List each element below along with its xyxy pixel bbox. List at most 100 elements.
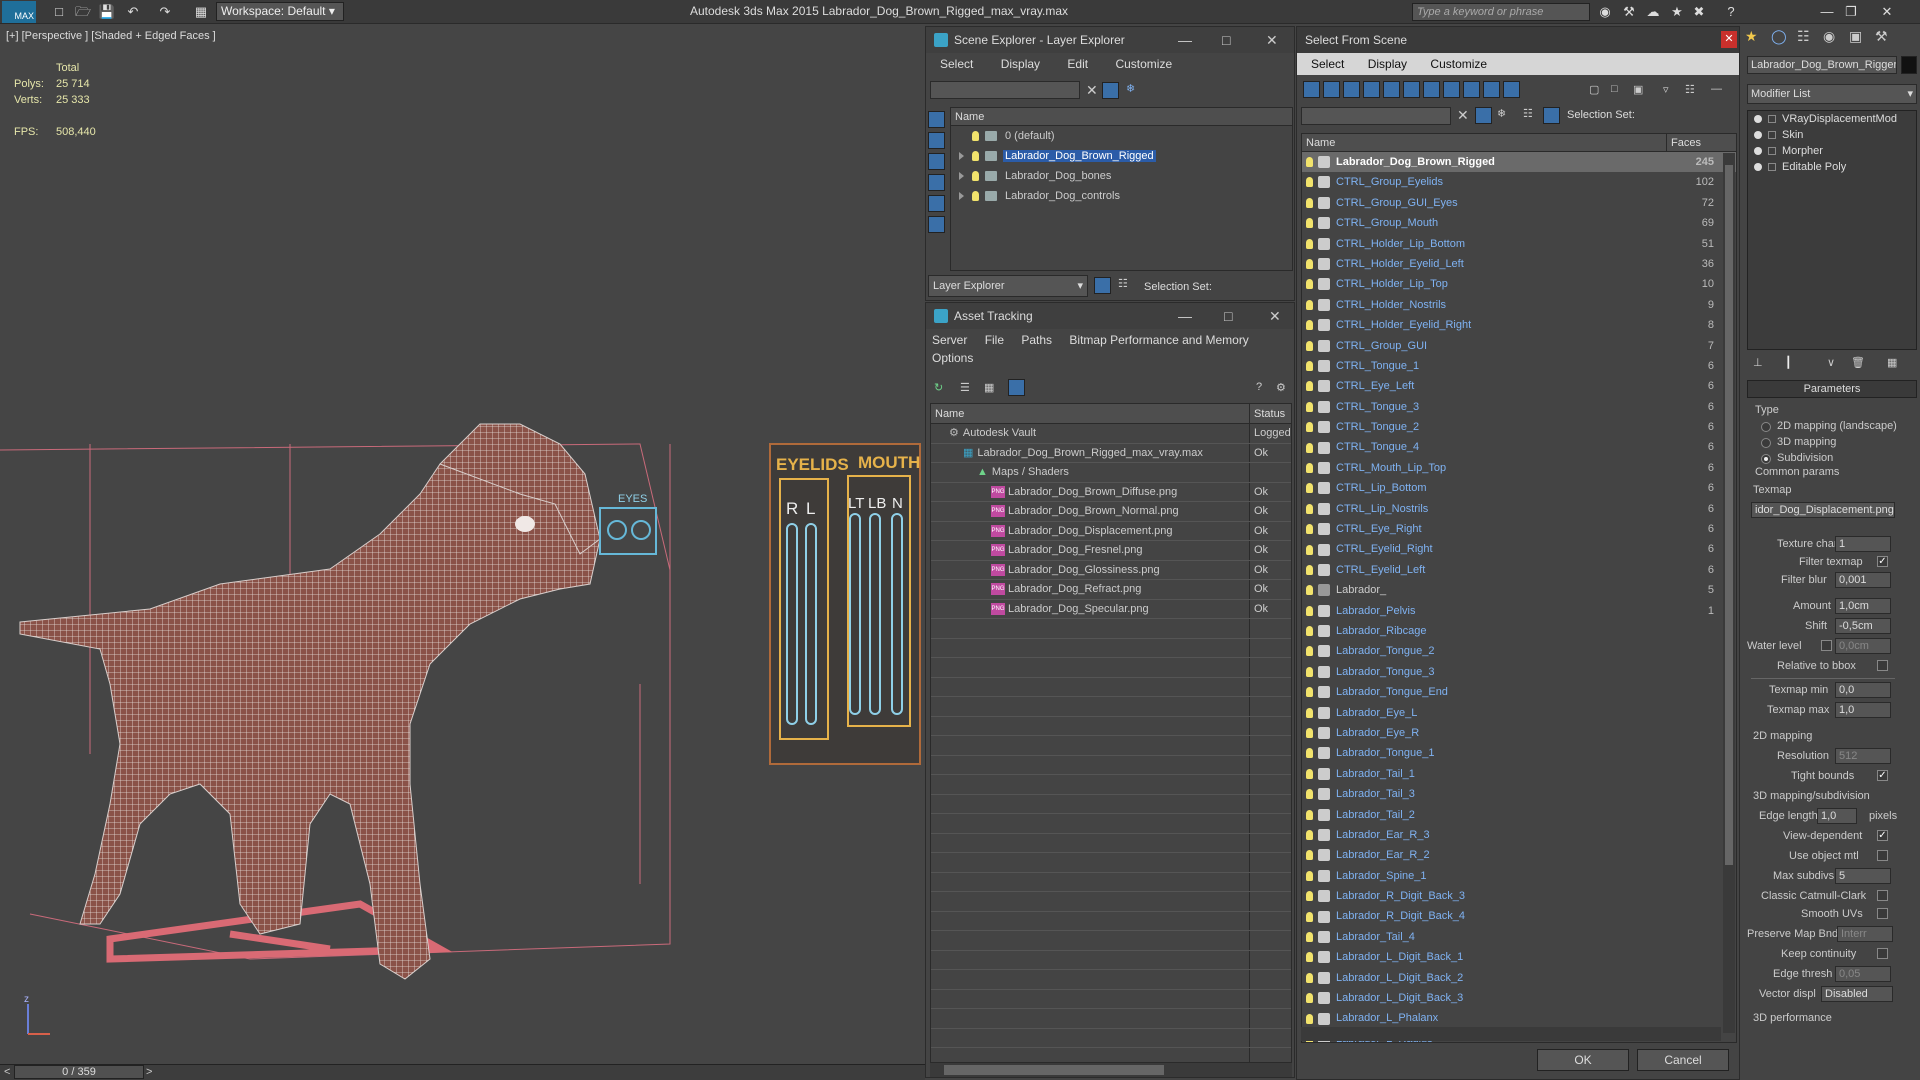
layers-icon[interactable]: ☷ [1523,107,1533,120]
create-tab-icon[interactable]: ★ [1745,28,1758,45]
search-input[interactable]: Type a keyword or phrase [1412,3,1590,21]
light-bulb-icon[interactable] [1754,147,1762,156]
minimize-icon[interactable]: — [1818,3,1836,21]
visibility-bulb-icon[interactable] [1306,361,1313,371]
modify-tab-icon[interactable]: ◯ [1771,28,1787,45]
object-row[interactable]: CTRL_Holder_Nostrils 9 [1302,295,1736,315]
texmap-max-spinner[interactable]: 1,0 [1835,702,1891,718]
display-shapes-icon[interactable] [928,132,945,149]
max-subdivs-spinner[interactable]: 5 [1835,868,1891,884]
filter-containers-icon[interactable] [1483,81,1500,98]
object-row[interactable]: CTRL_Group_Eyelids 102 [1302,172,1736,192]
menu-file[interactable]: File [985,333,1004,347]
type-radio[interactable] [1761,438,1771,448]
visibility-bulb-icon[interactable] [1306,952,1313,963]
binoculars-icon[interactable]: ◉ [1596,3,1614,21]
object-row[interactable]: CTRL_Group_GUI_Eyes 72 [1302,193,1736,213]
visibility-bulb-icon[interactable] [1306,891,1313,902]
object-row[interactable]: CTRL_Group_GUI 7 [1302,336,1736,356]
asset-row[interactable]: PNG Labrador_Dog_Brown_Diffuse.png Ok [931,482,1291,502]
visibility-bulb-icon[interactable] [1306,931,1313,942]
shift-spinner[interactable]: -0,5cm [1835,618,1891,634]
new-file-icon[interactable]: □ [50,3,68,21]
menu-customize[interactable]: Customize [1115,57,1172,71]
filter-icon[interactable] [1102,82,1119,99]
filter-xrefs-icon[interactable] [1443,81,1460,98]
asset-hscrollbar[interactable] [930,1063,1292,1077]
object-row[interactable]: CTRL_Holder_Eyelid_Left 36 [1302,254,1736,274]
filter-funnel-icon[interactable]: ▿ [1663,83,1669,96]
scene-explorer-search[interactable] [930,81,1080,99]
object-row[interactable]: Labrador_Tail_1 [1302,764,1736,784]
clear-search-icon[interactable]: ✕ [1086,82,1098,99]
expand-arrow-icon[interactable] [959,192,964,201]
object-row[interactable]: CTRL_Tongue_3 6 [1302,397,1736,417]
object-row[interactable]: CTRL_Holder_Eyelid_Right 8 [1302,315,1736,335]
sync-selection-icon[interactable]: ❄ [1497,107,1506,120]
light-bulb-icon[interactable] [1754,163,1762,172]
asset-status-header[interactable]: Status [1249,404,1285,424]
asset-row[interactable]: PNG Labrador_Dog_Fresnel.png Ok [931,541,1291,561]
object-row[interactable]: Labrador_Spine_1 [1302,866,1736,886]
visibility-bulb-icon[interactable] [1306,829,1313,840]
maximize-icon[interactable]: □ [1222,27,1230,53]
visibility-bulb-icon[interactable] [1306,707,1313,718]
select-invert-icon[interactable]: ▣ [1633,83,1643,96]
object-row[interactable]: Labrador_Ribcage [1302,621,1736,641]
visibility-bulb-icon[interactable] [1306,422,1313,433]
object-row[interactable]: CTRL_Holder_Lip_Bottom 51 [1302,234,1736,254]
edge-thresh-spinner[interactable]: 0,05 [1835,966,1891,982]
open-file-icon[interactable]: 🗁 [74,3,92,21]
preserve-map-dropdown[interactable]: Interr [1837,926,1893,942]
pin-stack-icon[interactable]: ⊥ [1753,356,1763,369]
menu-options[interactable]: Options [932,351,973,365]
collapse-icon[interactable]: — [1711,83,1722,95]
visibility-bulb-icon[interactable] [972,131,979,142]
object-row[interactable]: Labrador_Tail_3 [1302,784,1736,804]
classic-catmull-clark-checkbox[interactable] [1877,890,1888,901]
object-row[interactable]: CTRL_Group_Mouth 69 [1302,213,1736,233]
filter-spacewarps-icon[interactable] [1403,81,1420,98]
object-row[interactable]: CTRL_Mouth_Lip_Top 6 [1302,458,1736,478]
close-icon[interactable]: ✕ [1878,3,1896,21]
asset-row[interactable]: ⚙ Autodesk Vault Logged [931,424,1291,444]
menu-edit[interactable]: Edit [1067,57,1088,71]
expand-plus-icon[interactable] [1768,147,1776,156]
object-row[interactable]: Labrador_Tongue_3 [1302,662,1736,682]
tight-bounds-checkbox[interactable]: ✓ [1877,770,1888,781]
filter-texmap-checkbox[interactable]: ✓ [1877,556,1888,567]
filter-shapes-icon[interactable] [1323,81,1340,98]
layer-row[interactable]: Labrador_Dog_bones [951,166,1292,186]
cancel-button[interactable]: Cancel [1637,1049,1729,1071]
texmap-button[interactable]: idor_Dog_Displacement.png) [1751,502,1895,518]
display-spacewarps-icon[interactable] [928,216,945,233]
object-row[interactable]: Labrador_R_Digit_Back_4 [1302,906,1736,926]
expand-arrow-icon[interactable] [959,152,964,161]
maximize-icon[interactable]: □ [1224,303,1232,329]
layer-row[interactable]: Labrador_Dog_controls [951,186,1292,206]
parameters-rollout-header[interactable]: Parameters [1747,380,1917,398]
visibility-bulb-icon[interactable] [1306,768,1313,779]
filter-cameras-icon[interactable] [1363,81,1380,98]
object-row[interactable]: Labrador_Dog_Brown_Rigged 245 [1302,152,1736,173]
layer-mode-icon[interactable] [1094,277,1111,294]
visibility-bulb-icon[interactable] [1306,299,1313,310]
object-list-hscrollbar[interactable] [1301,1027,1721,1041]
object-row[interactable]: CTRL_Tongue_4 6 [1302,437,1736,457]
object-row[interactable]: CTRL_Eye_Left 6 [1302,376,1736,396]
visibility-bulb-icon[interactable] [1306,177,1313,188]
object-row[interactable]: Labrador_Ear_R_2 [1302,845,1736,865]
save-icon[interactable]: 💾 [98,3,116,21]
asset-row[interactable]: PNG Labrador_Dog_Displacement.png Ok [931,521,1291,541]
use-object-mtl-checkbox[interactable] [1877,850,1888,861]
relative-bbox-checkbox[interactable] [1877,660,1888,671]
visibility-bulb-icon[interactable] [1306,809,1313,820]
menu-display[interactable]: Display [1001,57,1040,71]
object-row[interactable]: Labrador_Tongue_1 [1302,743,1736,763]
object-name-field[interactable]: Labrador_Dog_Brown_Rigger [1747,56,1897,74]
restore-icon[interactable]: ❐ [1842,3,1860,21]
visibility-bulb-icon[interactable] [1306,748,1313,759]
visibility-bulb-icon[interactable] [1306,401,1313,412]
object-row[interactable]: CTRL_Eyelid_Left 6 [1302,560,1736,580]
object-list-vscrollbar[interactable] [1723,153,1735,1033]
